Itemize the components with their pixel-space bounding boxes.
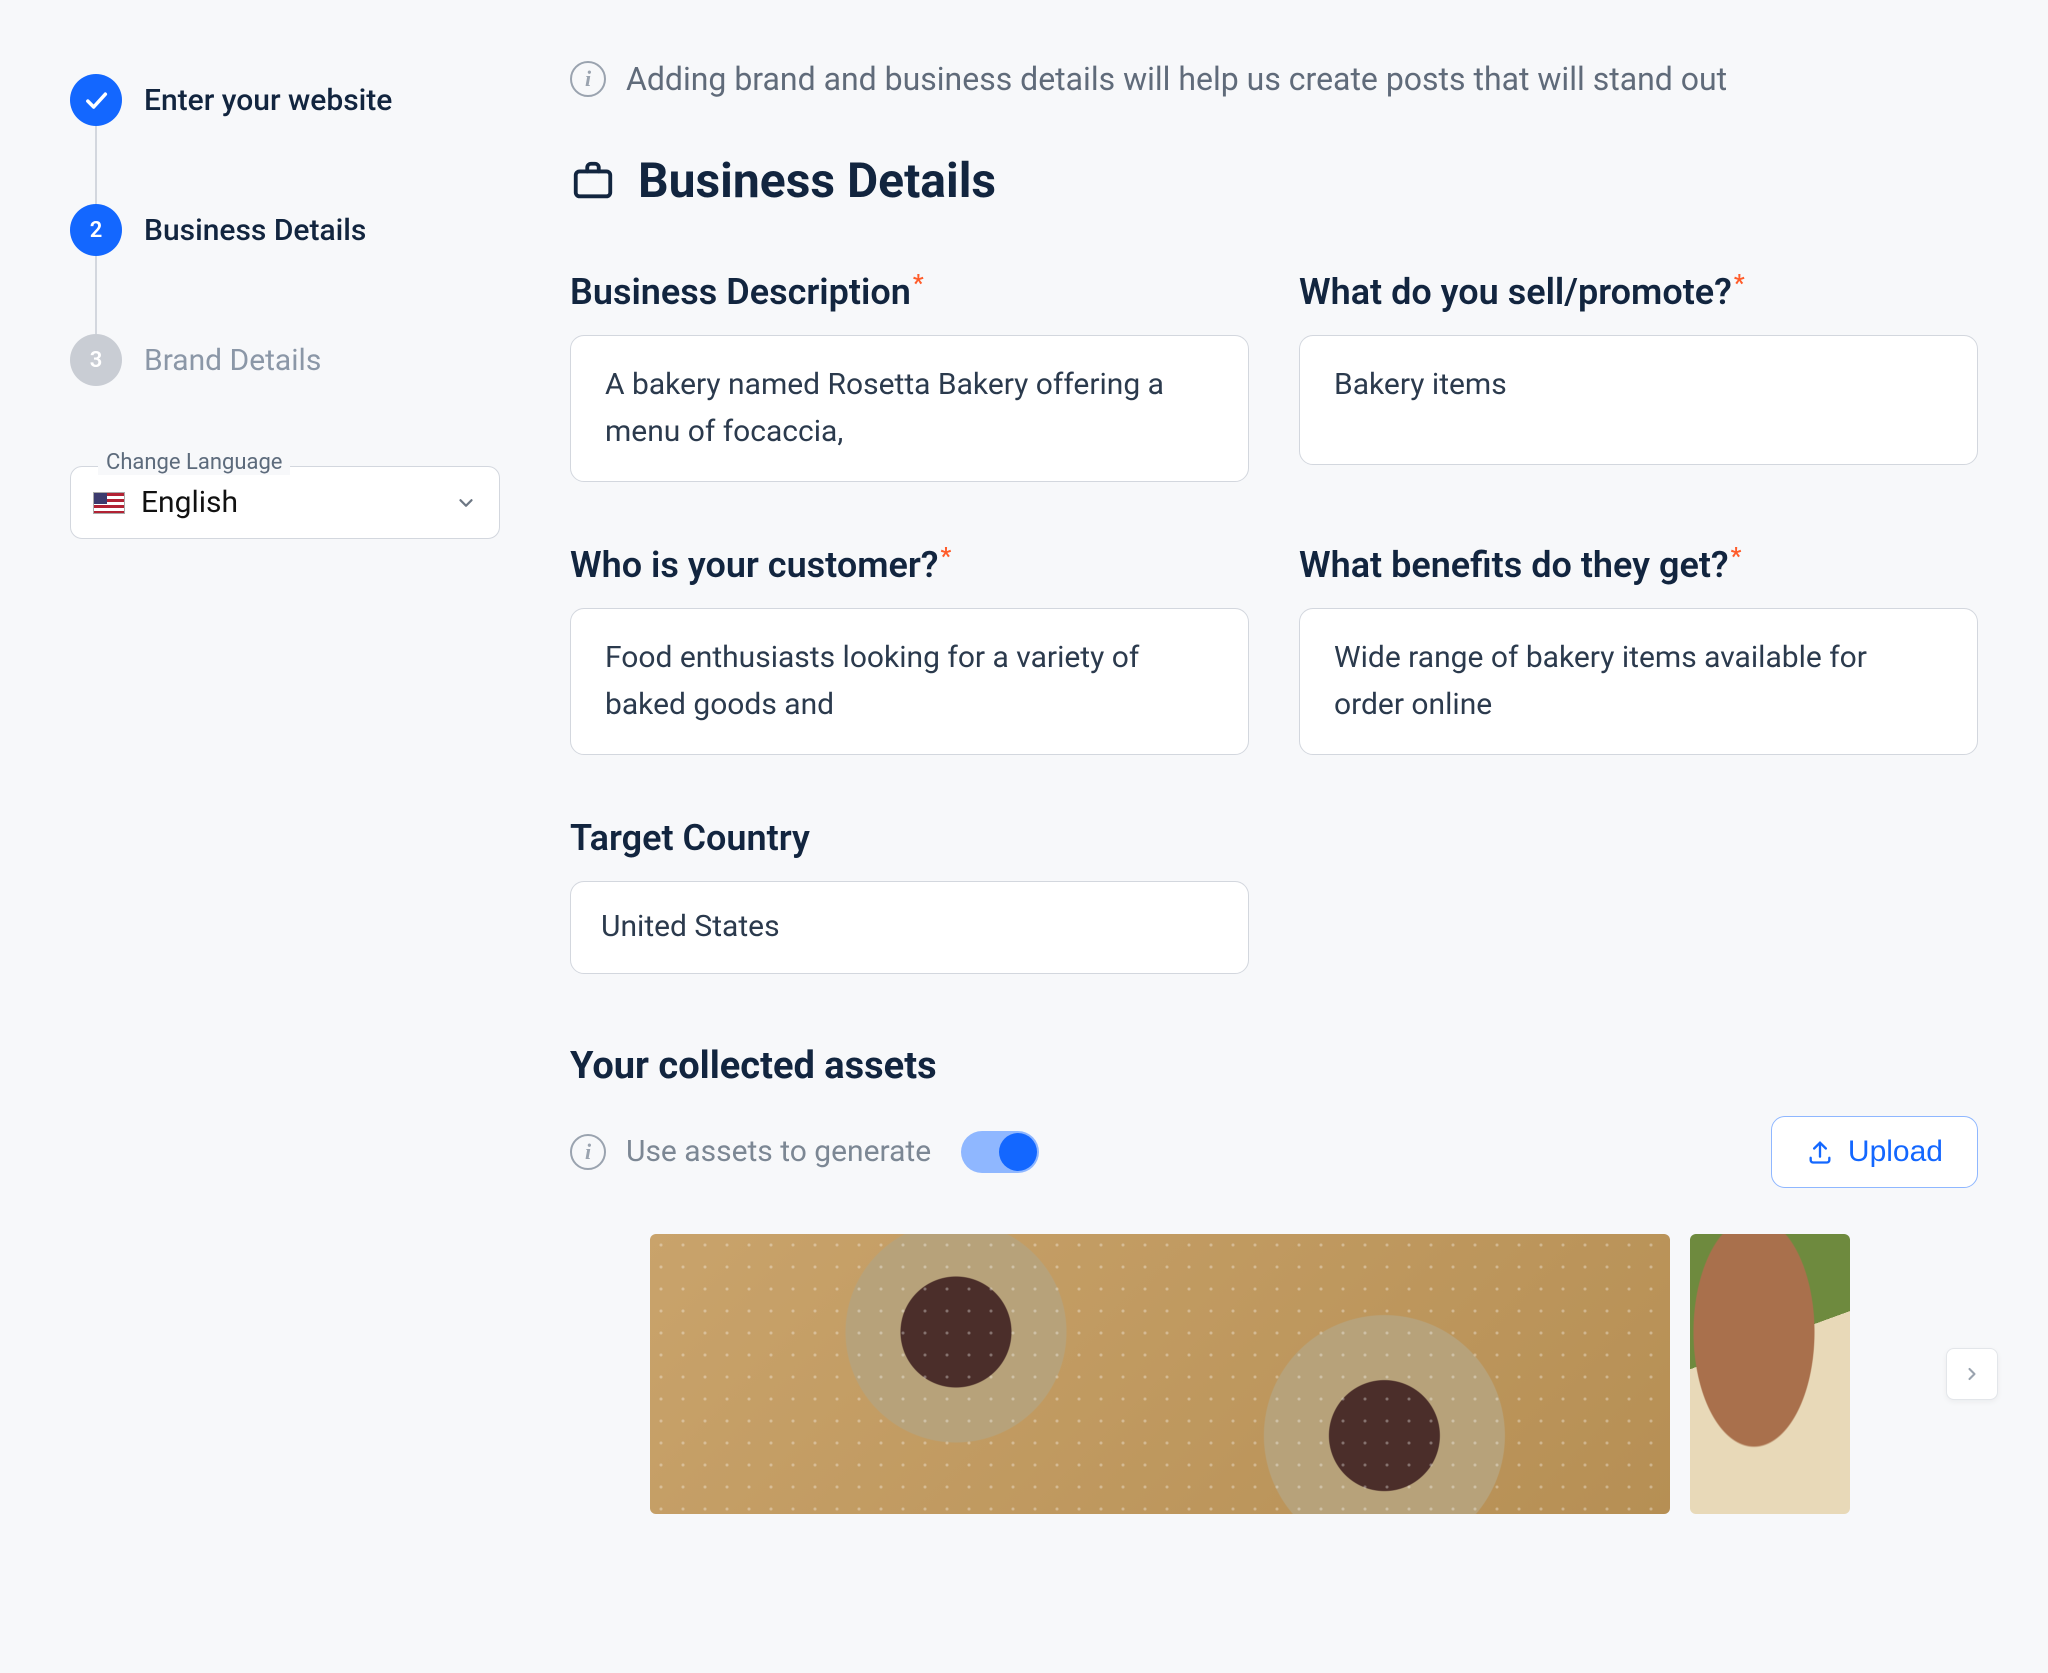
assets-title: Your collected assets (570, 1044, 1978, 1088)
chevron-right-icon (1962, 1364, 1982, 1384)
step-label: Business Details (144, 213, 366, 248)
upload-icon (1806, 1138, 1834, 1166)
sell-promote-input[interactable]: Bakery items (1299, 335, 1978, 465)
field-label: What benefits do they get?* (1299, 542, 1978, 586)
target-country-input[interactable]: United States (570, 881, 1249, 974)
business-description-input[interactable]: A bakery named Rosetta Bakery offering a… (570, 335, 1249, 482)
use-assets-toggle[interactable] (961, 1131, 1039, 1173)
carousel-next-button[interactable] (1946, 1348, 1998, 1400)
language-selector: Change Language English (70, 466, 500, 539)
field-customer: Who is your customer?* Food enthusiasts … (570, 542, 1249, 755)
step-connector (95, 126, 97, 204)
check-icon (70, 74, 122, 126)
step-number-icon: 3 (70, 334, 122, 386)
field-label: Who is your customer?* (570, 542, 1249, 586)
asset-thumbnail[interactable] (650, 1234, 1670, 1514)
step-label: Enter your website (144, 83, 392, 118)
page-title: Business Details (638, 152, 996, 209)
info-icon: i (570, 61, 606, 97)
field-label: Business Description* (570, 269, 1249, 313)
briefcase-icon (570, 158, 616, 204)
main-content: i Adding brand and business details will… (570, 60, 2008, 1514)
step-label: Brand Details (144, 343, 321, 378)
step-connector (95, 256, 97, 334)
field-benefits: What benefits do they get?* Wide range o… (1299, 542, 1978, 755)
field-label: Target Country (570, 817, 1249, 859)
info-text: Adding brand and business details will h… (626, 60, 1727, 98)
flag-us-icon (93, 492, 125, 514)
toggle-knob (999, 1133, 1037, 1171)
assets-carousel (570, 1234, 1978, 1514)
field-label: What do you sell/promote?* (1299, 269, 1978, 313)
step-business-details[interactable]: 2 Business Details (70, 204, 500, 256)
language-legend: Change Language (98, 450, 290, 475)
language-dropdown[interactable]: English (70, 466, 500, 539)
assets-toggle-label: Use assets to generate (626, 1134, 931, 1169)
step-enter-website[interactable]: Enter your website (70, 74, 500, 126)
chevron-down-icon (455, 492, 477, 514)
step-brand-details[interactable]: 3 Brand Details (70, 334, 500, 386)
step-number-icon: 2 (70, 204, 122, 256)
asset-thumbnail[interactable] (1690, 1234, 1850, 1514)
field-sell-promote: What do you sell/promote?* Bakery items (1299, 269, 1978, 482)
customer-input[interactable]: Food enthusiasts looking for a variety o… (570, 608, 1249, 755)
assets-section: Your collected assets i Use assets to ge… (570, 1044, 1978, 1514)
benefits-input[interactable]: Wide range of bakery items available for… (1299, 608, 1978, 755)
field-target-country: Target Country United States (570, 817, 1249, 974)
upload-button[interactable]: Upload (1771, 1116, 1978, 1188)
upload-label: Upload (1848, 1135, 1943, 1169)
section-header: Business Details (570, 152, 1978, 209)
onboarding-stepper: Enter your website 2 Business Details 3 … (70, 60, 500, 1514)
field-business-description: Business Description* A bakery named Ros… (570, 269, 1249, 482)
language-value: English (141, 485, 439, 520)
info-icon: i (570, 1134, 606, 1170)
info-banner: i Adding brand and business details will… (570, 60, 1978, 98)
